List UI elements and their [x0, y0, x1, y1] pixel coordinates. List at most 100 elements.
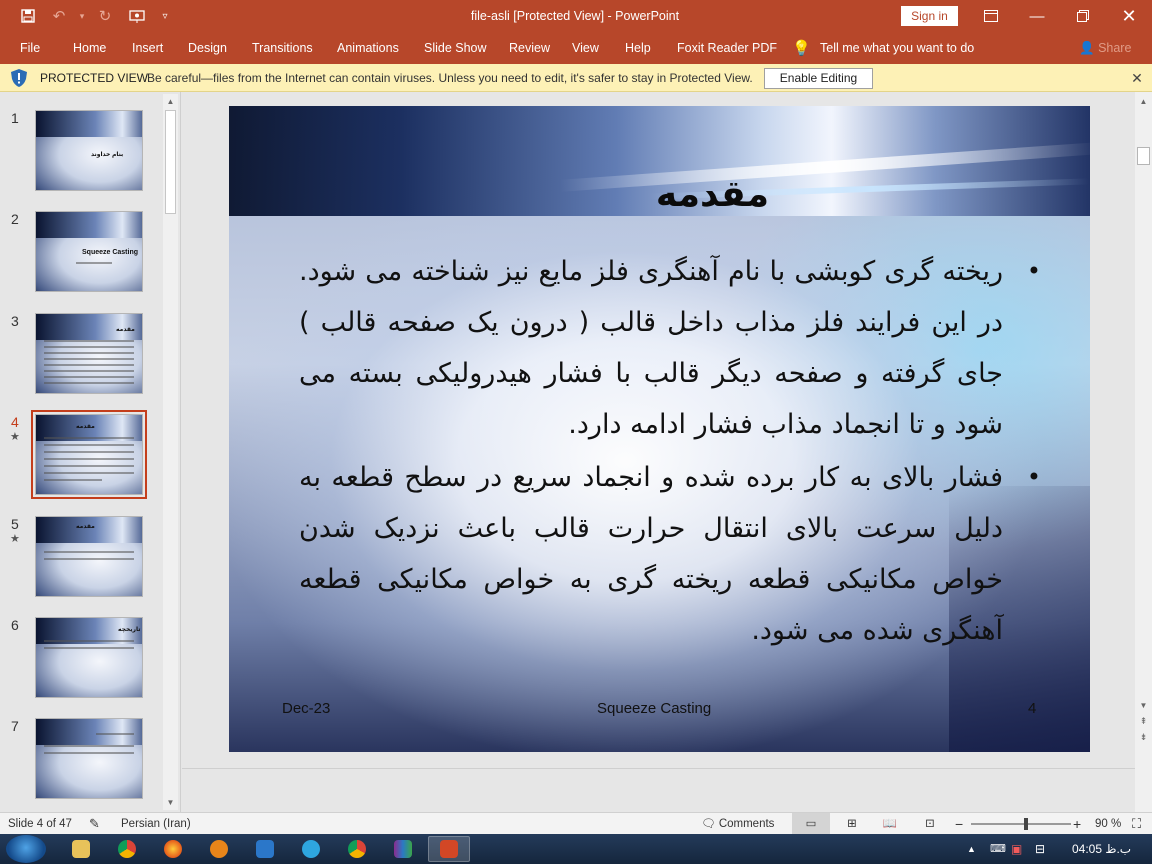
comments-button[interactable]: 🗨 Comments [701, 813, 774, 835]
customize-qat-icon[interactable]: ▿ [153, 0, 177, 32]
tab-animations[interactable]: Animations [337, 32, 399, 64]
zoom-slider-thumb[interactable] [1024, 818, 1028, 830]
next-slide-icon[interactable]: ⇟ [1136, 730, 1151, 745]
thumbnail-number: 2 [11, 211, 19, 227]
ribbon-tabs: File Home Insert Design Transitions Anim… [0, 32, 1152, 64]
slide-show-icon[interactable]: ⊡ [921, 813, 939, 835]
zoom-in-icon[interactable]: + [1073, 813, 1081, 835]
tab-transitions[interactable]: Transitions [252, 32, 313, 64]
footer-text[interactable]: Squeeze Casting [597, 700, 711, 717]
title-bar: ↶ ▾ ↻ ▿ file-asli [Protected View] - Pow… [0, 0, 1152, 32]
thumbnail-number: 5 [11, 516, 19, 532]
enable-editing-button[interactable]: Enable Editing [764, 68, 873, 89]
tab-design[interactable]: Design [188, 32, 227, 64]
thumbnail-image[interactable] [35, 718, 143, 799]
thumbnail-image[interactable]: تاریخچه [35, 617, 143, 698]
scroll-down-icon[interactable]: ▼ [1136, 698, 1151, 713]
tab-insert[interactable]: Insert [132, 32, 163, 64]
close-icon[interactable]: ✕ [1106, 0, 1152, 32]
tab-view[interactable]: View [572, 32, 599, 64]
zoom-out-icon[interactable]: − [955, 813, 963, 835]
undo-dropdown-icon[interactable]: ▾ [75, 0, 89, 32]
ribbon-display-options-icon[interactable] [968, 0, 1014, 32]
thumbnail-title: مقدمه [76, 524, 95, 530]
slide-sorter-icon[interactable]: ⊞ [843, 813, 861, 835]
chrome-icon[interactable] [106, 836, 148, 862]
normal-view-icon[interactable]: ▭ [792, 813, 830, 835]
tab-slide-show[interactable]: Slide Show [424, 32, 487, 64]
tab-home[interactable]: Home [73, 32, 106, 64]
tab-foxit-reader-pdf[interactable]: Foxit Reader PDF [677, 32, 777, 64]
firefox-icon[interactable] [152, 836, 194, 862]
keyboard-icon[interactable]: ⌨ [990, 834, 1006, 864]
slide-title[interactable]: مقدمه [429, 174, 769, 215]
scrollbar-thumb[interactable] [165, 110, 176, 214]
thumbnail-number: 1 [11, 110, 19, 126]
tray-overflow-icon[interactable]: ▲ [967, 834, 976, 864]
lightbulb-icon[interactable]: 💡 [792, 32, 811, 64]
clock[interactable]: 04:05 ب.ظ [1072, 834, 1131, 864]
thumbnail-image[interactable]: مقدمه [35, 516, 143, 597]
thumbnail-number: 3 [11, 313, 19, 329]
tab-file[interactable]: File [20, 32, 40, 64]
tell-me-search[interactable]: Tell me what you want to do [820, 32, 974, 64]
share-label: Share [1098, 41, 1132, 55]
foxit-reader-icon[interactable] [244, 836, 286, 862]
minimize-icon[interactable]: — [1014, 0, 1060, 32]
file-explorer-icon[interactable] [60, 836, 102, 862]
reading-view-icon[interactable]: 📖 [881, 813, 899, 835]
protected-view-title: PROTECTED VIEW [40, 71, 149, 85]
scroll-down-icon[interactable]: ▼ [163, 795, 178, 810]
animation-star-icon: ★ [10, 431, 20, 443]
sign-in-button[interactable]: Sign in [901, 6, 958, 26]
slide-thumbnail-pane[interactable]: 1 بنام خداوند 2 Squeeze Casting 3 مقدمه … [0, 92, 181, 812]
winrar-icon[interactable] [382, 836, 424, 862]
slide-body-text[interactable]: ریخته گری کوبشی با نام آهنگری فلز مایع ن… [299, 246, 1041, 658]
chrome-window-icon[interactable] [336, 836, 378, 862]
restore-icon[interactable] [1060, 0, 1106, 32]
start-from-beginning-icon[interactable] [121, 0, 153, 32]
undo-icon[interactable]: ↶ [43, 0, 75, 32]
zoom-level[interactable]: 90 % [1095, 813, 1121, 835]
tab-review[interactable]: Review [509, 32, 550, 64]
thumbnail-image[interactable]: مقدمه [31, 410, 147, 499]
redo-icon[interactable]: ↻ [89, 0, 121, 32]
share-button[interactable]: 👤 Share [1079, 32, 1131, 64]
network-icon[interactable]: ▣ [1011, 834, 1022, 864]
tab-help[interactable]: Help [625, 32, 651, 64]
comment-icon: 🗨 [701, 818, 716, 830]
person-icon: 👤 [1079, 41, 1095, 55]
thumbnail-title: Squeeze Casting [82, 249, 139, 256]
footer-date[interactable]: Dec-23 [282, 700, 330, 717]
edge-icon[interactable] [198, 836, 240, 862]
thumbnail-image[interactable]: Squeeze Casting [35, 211, 143, 292]
bullet-paragraph: ریخته گری کوبشی با نام آهنگری فلز مایع ن… [299, 246, 1041, 450]
language-indicator[interactable]: Persian (Iran) [121, 813, 191, 835]
footer-slide-number[interactable]: 4 [1028, 700, 1036, 717]
thumbnail-image[interactable]: مقدمه [35, 313, 143, 394]
quick-access-toolbar: ↶ ▾ ↻ ▿ [0, 0, 177, 32]
slide-canvas[interactable]: مقدمه ریخته گری کوبشی با نام آهنگری فلز … [229, 106, 1090, 752]
scroll-up-icon[interactable]: ▲ [163, 94, 178, 109]
thumbnail-scrollbar[interactable]: ▲ ▼ [163, 94, 178, 810]
spelling-check-icon[interactable]: ✎ [89, 813, 100, 835]
thumbnail-image[interactable]: بنام خداوند [35, 110, 143, 191]
thumbnail-number: 4 [11, 414, 19, 430]
close-bar-icon[interactable]: ✕ [1128, 64, 1146, 92]
save-icon[interactable] [13, 0, 43, 32]
zoom-slider[interactable] [971, 818, 1071, 830]
protected-view-message: Be careful—files from the Internet can c… [147, 71, 753, 85]
slide-scrollbar[interactable]: ▲ ▼ ⇞ ⇟ [1135, 92, 1152, 812]
scroll-up-icon[interactable]: ▲ [1136, 94, 1151, 109]
previous-slide-icon[interactable]: ⇞ [1136, 714, 1151, 729]
powerpoint-icon[interactable] [428, 836, 470, 862]
protected-view-bar: PROTECTED VIEW Be careful—files from the… [0, 64, 1152, 92]
fit-to-window-icon[interactable]: ⛶ [1132, 813, 1141, 835]
volume-icon[interactable]: ⊟ [1035, 834, 1045, 864]
slide-count: Slide 4 of 47 [8, 818, 72, 830]
scrollbar-thumb[interactable] [1137, 147, 1150, 165]
thumbnail-number: 6 [11, 617, 19, 633]
telegram-icon[interactable] [290, 836, 332, 862]
comments-label: Comments [718, 818, 775, 830]
start-button-icon[interactable] [6, 835, 46, 863]
